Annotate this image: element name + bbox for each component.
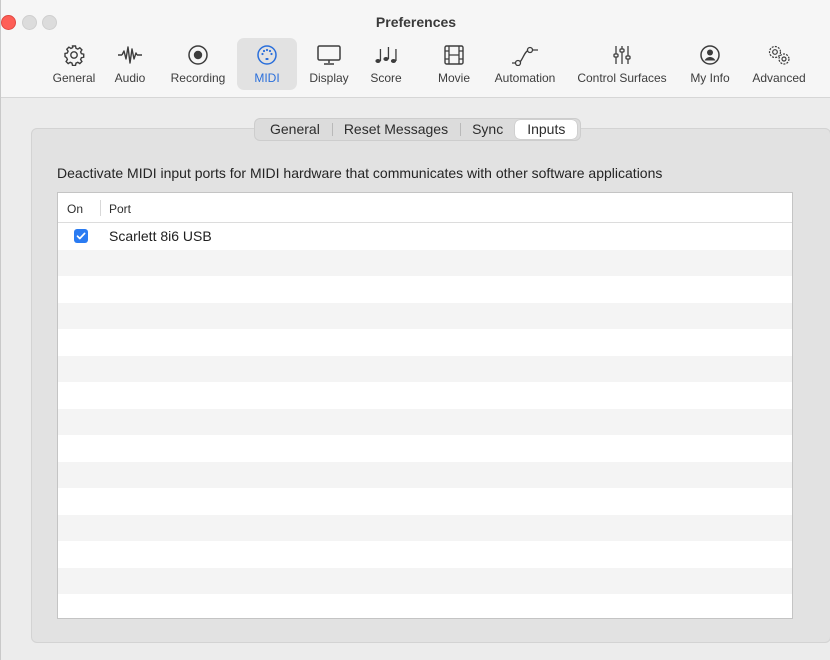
empty-row: [58, 541, 792, 568]
toolbar-item-label: Advanced: [752, 71, 806, 85]
toolbar-item-label: Score: [370, 71, 402, 85]
display-icon: [301, 42, 357, 68]
table-header: On Port: [58, 193, 792, 223]
inputs-description: Deactivate MIDI input ports for MIDI har…: [57, 165, 663, 181]
toolbar-item-label: My Info: [690, 71, 730, 85]
column-header-on[interactable]: On: [67, 202, 83, 216]
gears-icon: [743, 42, 815, 68]
checkmark-icon: [76, 232, 86, 240]
tab-sync[interactable]: Sync: [460, 120, 515, 139]
toolbar-item-general[interactable]: General: [46, 38, 102, 90]
port-enabled-checkbox[interactable]: [74, 229, 88, 243]
toolbar-item-label: Audio: [114, 71, 146, 85]
empty-row: [58, 249, 792, 276]
toolbar-item-audio[interactable]: Audio: [107, 38, 153, 90]
music-notes-icon: [363, 42, 409, 68]
toolbar-item-my-info[interactable]: My Info: [683, 38, 737, 90]
preferences-window: Preferences General Audio Recording MIDI…: [0, 0, 830, 660]
gear-icon: [46, 42, 102, 68]
record-icon: [161, 42, 235, 68]
tab-reset-messages[interactable]: Reset Messages: [331, 120, 460, 139]
faders-icon: [569, 42, 675, 68]
port-name: Scarlett 8i6 USB: [109, 228, 212, 244]
toolbar-item-label: Automation: [494, 71, 556, 85]
empty-row: [58, 461, 792, 488]
toolbar-item-advanced[interactable]: Advanced: [743, 38, 815, 90]
empty-row: [58, 567, 792, 594]
midi-tabs: General Reset Messages Sync Inputs: [254, 118, 582, 141]
tab-general[interactable]: General: [258, 120, 332, 139]
midi-port-icon: [237, 42, 297, 68]
toolbar-item-score[interactable]: Score: [363, 38, 409, 90]
toolbar-item-midi[interactable]: MIDI: [237, 38, 297, 90]
empty-row: [58, 276, 792, 303]
toolbar-item-display[interactable]: Display: [301, 38, 357, 90]
toolbar-item-label: Display: [309, 71, 349, 85]
automation-curve-icon: [487, 42, 563, 68]
toolbar-item-control-surfaces[interactable]: Control Surfaces: [569, 38, 675, 90]
toolbar-item-label: Recording: [170, 71, 226, 85]
toolbar-item-label: MIDI: [254, 71, 280, 85]
empty-row: [58, 408, 792, 435]
toolbar-item-recording[interactable]: Recording: [161, 38, 235, 90]
empty-row: [58, 514, 792, 541]
toolbar-item-label: Movie: [437, 71, 470, 85]
toolbar-item-label: General: [52, 71, 96, 85]
window-title: Preferences: [375, 14, 457, 30]
tab-inputs[interactable]: Inputs: [515, 120, 578, 139]
empty-row: [58, 355, 792, 382]
person-icon: [683, 42, 737, 68]
empty-row: [58, 435, 792, 462]
midi-ports-table: On Port Scarlett 8i6 USB: [57, 192, 793, 619]
waveform-icon: [107, 42, 153, 68]
empty-row: [58, 488, 792, 515]
column-header-port[interactable]: Port: [109, 202, 131, 216]
table-row[interactable]: Scarlett 8i6 USB: [58, 223, 792, 250]
empty-row: [58, 302, 792, 329]
table-body: Scarlett 8i6 USB: [58, 223, 792, 618]
empty-row: [58, 382, 792, 409]
empty-row: [58, 594, 792, 618]
empty-row: [58, 329, 792, 356]
preferences-toolbar: General Audio Recording MIDI Display Sco…: [1, 38, 830, 92]
toolbar-item-automation[interactable]: Automation: [487, 38, 563, 90]
title-bar: Preferences General Audio Recording MIDI…: [1, 0, 830, 98]
toolbar-item-label: Control Surfaces: [577, 71, 667, 85]
toolbar-item-movie[interactable]: Movie: [429, 38, 479, 90]
column-divider: [100, 200, 101, 216]
film-icon: [429, 42, 479, 68]
